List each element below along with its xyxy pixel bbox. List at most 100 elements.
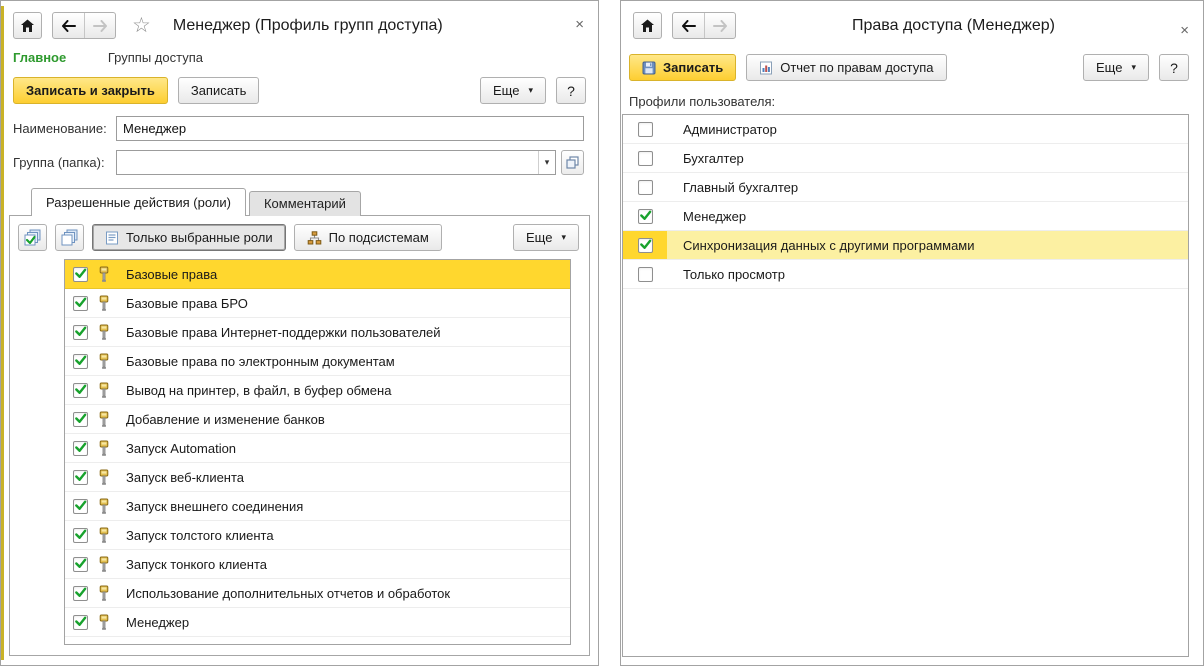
right-close-icon[interactable]: × [1180, 23, 1189, 38]
role-label: Запуск Automation [126, 441, 236, 456]
role-row[interactable]: Запуск толстого клиента [65, 521, 570, 550]
home-button[interactable] [633, 12, 662, 39]
role-checkbox[interactable] [73, 470, 88, 485]
role-row[interactable]: Базовые права Интернет-поддержки пользов… [65, 318, 570, 347]
profile-checkbox[interactable] [638, 238, 653, 253]
profile-checkbox[interactable] [638, 122, 653, 137]
role-row[interactable]: Запуск внешнего соединения [65, 492, 570, 521]
nav-link-main[interactable]: Главное [13, 50, 66, 65]
more-label: Еще [1096, 60, 1122, 75]
role-row[interactable]: Добавление и изменение банков [65, 405, 570, 434]
save-button[interactable]: Записать [629, 54, 736, 81]
back-button[interactable] [673, 13, 704, 38]
role-label: Базовые права БРО [126, 296, 248, 311]
selected-roles-only-button[interactable]: Только выбранные роли [92, 224, 286, 251]
hierarchy-icon [307, 231, 322, 245]
role-checkbox[interactable] [73, 354, 88, 369]
role-row[interactable]: Использование дополнительных отчетов и о… [65, 579, 570, 608]
group-choose-button[interactable] [561, 150, 584, 175]
home-icon [640, 19, 655, 33]
right-window-header: Права доступа (Менеджер) × [621, 1, 1203, 39]
tab-bar: Разрешенные действия (роли) Комментарий [31, 188, 598, 216]
profile-checkbox-cell[interactable] [623, 231, 667, 259]
role-row[interactable]: Запуск Automation [65, 434, 570, 463]
name-input[interactable] [116, 116, 584, 141]
tab-comment[interactable]: Комментарий [249, 191, 361, 216]
save-and-close-button[interactable]: Записать и закрыть [13, 77, 168, 104]
favorite-star-icon[interactable]: ☆ [132, 15, 151, 36]
section-links: Главное Группы доступа [1, 39, 598, 65]
profile-row[interactable]: Только просмотр [623, 260, 1188, 289]
help-button[interactable]: ? [556, 77, 586, 104]
roles-toolbar: Только выбранные роли По подсистемам Еще… [10, 216, 589, 251]
check-icon [74, 528, 87, 541]
access-report-button[interactable]: Отчет по правам доступа [746, 54, 946, 81]
profile-checkbox-cell[interactable] [623, 260, 667, 288]
profile-checkbox[interactable] [638, 180, 653, 195]
save-button[interactable]: Записать [178, 77, 260, 104]
group-input[interactable] [116, 150, 556, 175]
nav-link-access-groups[interactable]: Группы доступа [108, 50, 203, 65]
role-key-icon [98, 411, 110, 428]
tab-allowed-actions[interactable]: Разрешенные действия (роли) [31, 188, 246, 216]
role-key-icon [98, 614, 110, 631]
role-checkbox[interactable] [73, 586, 88, 601]
role-checkbox[interactable] [73, 528, 88, 543]
role-checkbox[interactable] [73, 499, 88, 514]
by-subsystems-button[interactable]: По подсистемам [294, 224, 442, 251]
check-icon [74, 586, 87, 599]
forward-button[interactable] [704, 13, 735, 38]
help-button[interactable]: ? [1159, 54, 1189, 81]
role-checkbox[interactable] [73, 267, 88, 282]
chevron-down-icon: ▾ [528, 85, 533, 96]
role-checkbox[interactable] [73, 296, 88, 311]
profile-row[interactable]: Менеджер [623, 202, 1188, 231]
group-dropdown-icon[interactable]: ▾ [538, 151, 555, 174]
more-button[interactable]: Еще ▾ [1083, 54, 1149, 81]
role-row[interactable]: Базовые права БРО [65, 289, 570, 318]
role-label: Запуск тонкого клиента [126, 557, 267, 572]
profiles-list-label: Профили пользователя: [629, 94, 1203, 109]
back-button[interactable] [53, 13, 84, 38]
role-key-icon [98, 440, 110, 457]
role-checkbox[interactable] [73, 383, 88, 398]
role-checkbox[interactable] [73, 615, 88, 630]
check-icon [74, 499, 87, 512]
role-row[interactable]: Запуск тонкого клиента [65, 550, 570, 579]
profile-row[interactable]: Синхронизация данных с другими программа… [623, 231, 1188, 260]
forward-button[interactable] [84, 13, 115, 38]
uncheck-all-button[interactable] [55, 224, 84, 251]
role-row[interactable]: Запуск веб-клиента [65, 463, 570, 492]
home-button[interactable] [13, 12, 42, 39]
profile-checkbox[interactable] [638, 209, 653, 224]
role-checkbox[interactable] [73, 412, 88, 427]
role-checkbox[interactable] [73, 441, 88, 456]
profile-checkbox[interactable] [638, 151, 653, 166]
profile-checkbox-cell[interactable] [623, 173, 667, 201]
profile-row[interactable]: Бухгалтер [623, 144, 1188, 173]
back-arrow-icon [61, 20, 77, 32]
profile-label: Менеджер [683, 209, 746, 224]
role-checkbox[interactable] [73, 325, 88, 340]
role-key-icon [98, 469, 110, 486]
role-row[interactable]: Вывод на принтер, в файл, в буфер обмена [65, 376, 570, 405]
access-rights-window: Права доступа (Менеджер) × Записать [620, 0, 1204, 666]
profile-checkbox-cell[interactable] [623, 202, 667, 230]
role-row[interactable]: Базовые права [65, 260, 570, 289]
role-row[interactable]: Менеджер [65, 608, 570, 637]
profile-checkbox-cell[interactable] [623, 144, 667, 172]
profile-row[interactable]: Главный бухгалтер [623, 173, 1188, 202]
left-close-icon[interactable]: × [575, 17, 584, 32]
profile-editor-window: ☆ Менеджер (Профиль групп доступа) × Гла… [0, 0, 599, 666]
profile-row[interactable]: Администратор [623, 115, 1188, 144]
role-label: Базовые права [126, 267, 217, 282]
profile-checkbox-cell[interactable] [623, 115, 667, 143]
check-all-button[interactable] [18, 224, 47, 251]
profile-checkbox[interactable] [638, 267, 653, 282]
role-checkbox[interactable] [73, 557, 88, 572]
role-row[interactable]: Базовые права по электронным документам [65, 347, 570, 376]
roles-more-button[interactable]: Еще ▾ [513, 224, 579, 251]
more-button[interactable]: Еще ▾ [480, 77, 546, 104]
check-icon [639, 238, 652, 251]
left-window-header: ☆ Менеджер (Профиль групп доступа) × [1, 1, 598, 39]
